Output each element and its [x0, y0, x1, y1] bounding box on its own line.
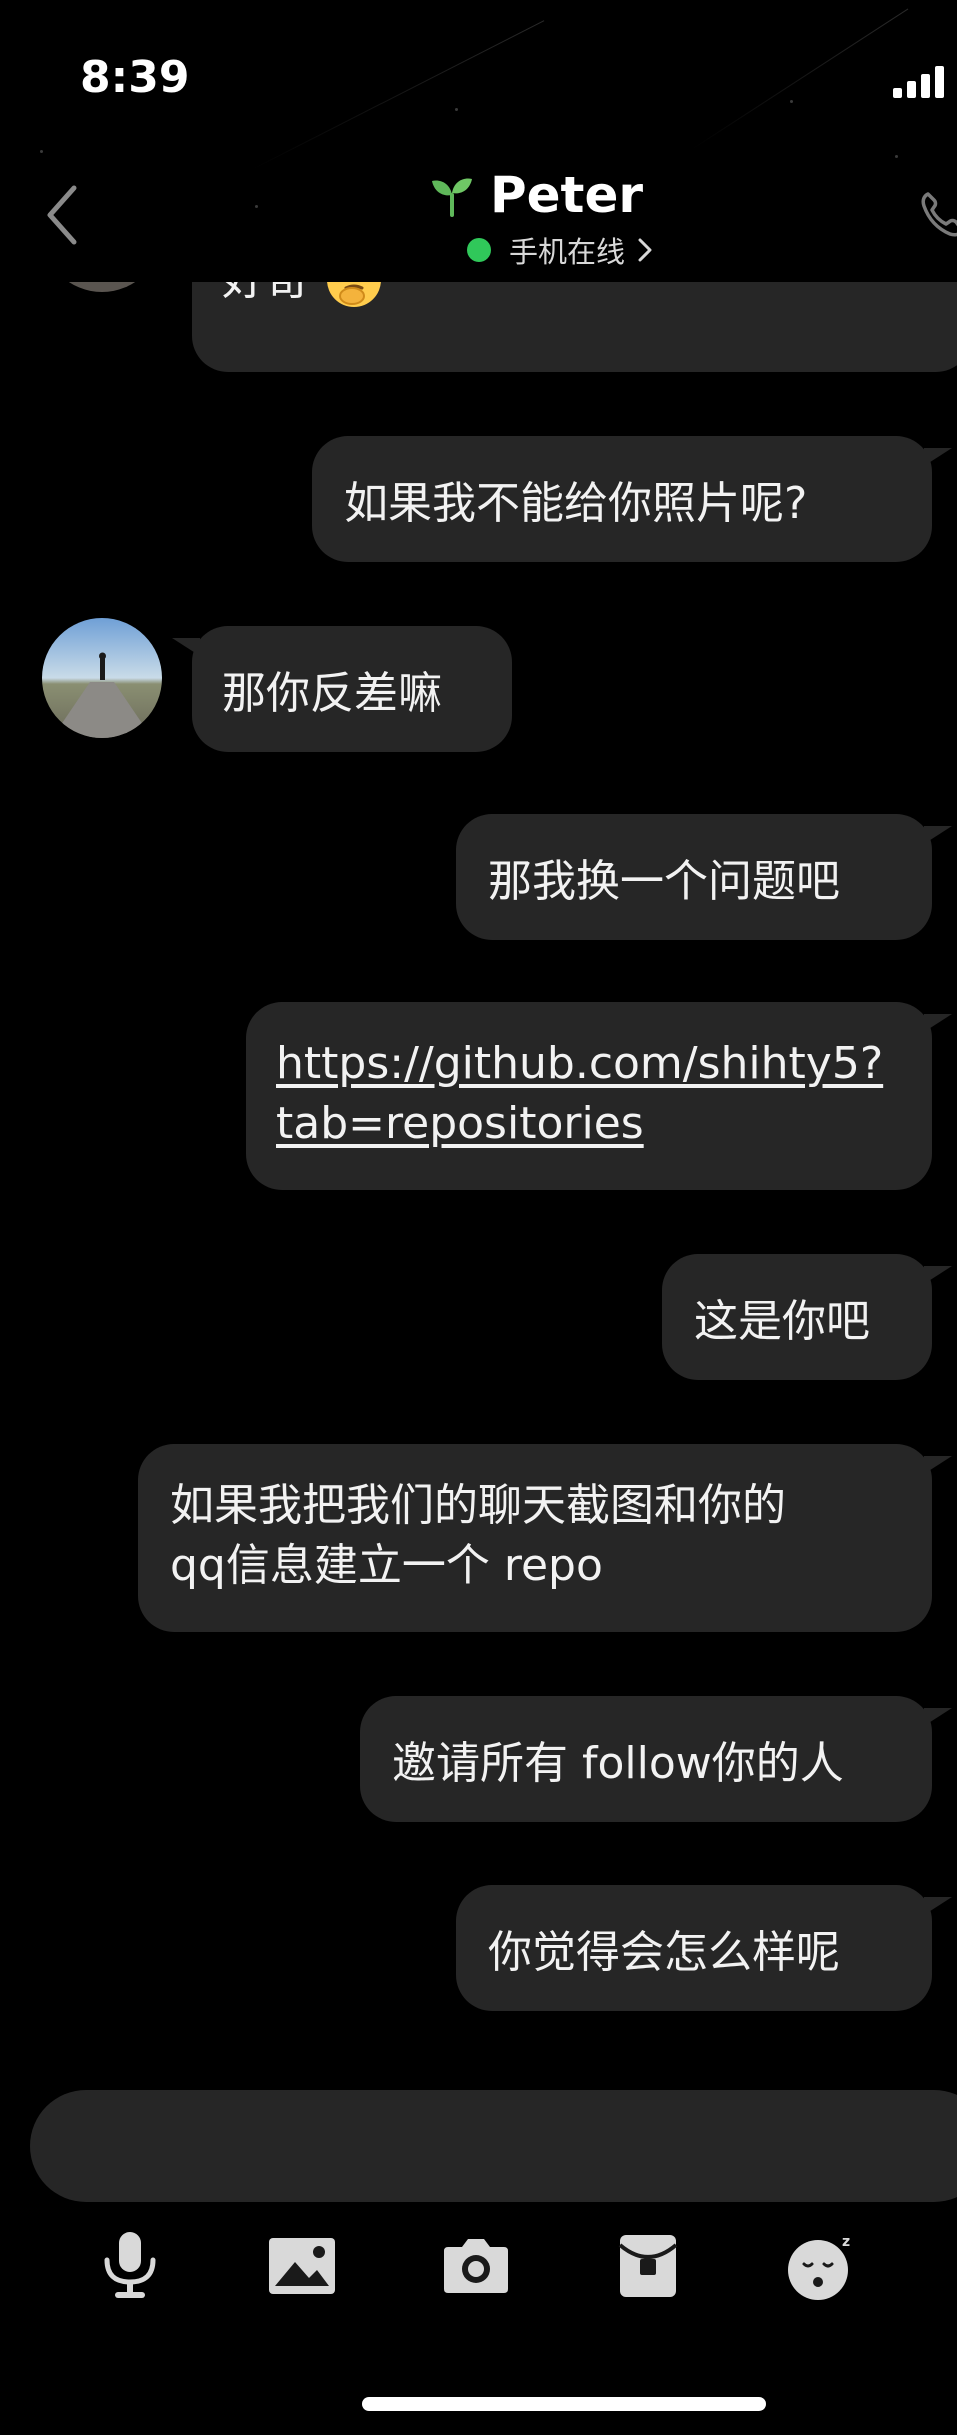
- message-text: 那你反差嘛: [222, 668, 442, 719]
- message-bubble-sent[interactable]: 你觉得会怎么样呢: [456, 1885, 952, 2011]
- contact-name: Peter: [490, 166, 644, 224]
- message-text-line: qq信息建立一个 repo: [170, 1540, 603, 1591]
- camera-button[interactable]: [440, 2230, 512, 2302]
- message-bubble-sent[interactable]: 这是你吧: [662, 1254, 952, 1380]
- message-text: 邀请所有 follow你的人: [392, 1738, 844, 1789]
- background-star: [790, 100, 793, 103]
- emoji-button[interactable]: z: [786, 2230, 858, 2302]
- microphone-icon: [104, 2232, 156, 2298]
- red-packet-icon: [618, 2235, 678, 2297]
- background-streak: [689, 8, 909, 151]
- thinking-emoji: [327, 282, 381, 307]
- online-status[interactable]: 手机在线: [467, 230, 655, 270]
- message-text-line: 如果我把我们的聊天截图和你的: [170, 1480, 786, 1531]
- background-streak: [249, 20, 545, 171]
- message-list: 好奇 如果我不能给你照片呢?: [0, 282, 957, 2052]
- message-bubble-sent[interactable]: 那我换一个问题吧: [456, 814, 952, 940]
- chevron-right-icon: [638, 238, 652, 262]
- background-star: [455, 108, 458, 111]
- message-text: 你觉得会怎么样呢: [488, 1927, 840, 1978]
- message-text: 这是你吧: [694, 1296, 870, 1347]
- link-line: tab=repositories: [276, 1098, 644, 1149]
- chevron-left-icon: [47, 185, 77, 245]
- message-bubble-sent[interactable]: 如果我把我们的聊天截图和你的 qq信息建立一个 repo: [138, 1444, 952, 1632]
- message-link[interactable]: https://github.com/shihty5? tab=reposito…: [276, 1034, 904, 1154]
- message-bubble-received[interactable]: 好奇: [192, 282, 957, 372]
- message-bubble-sent[interactable]: 邀请所有 follow你的人: [360, 1696, 952, 1822]
- call-button[interactable]: [916, 188, 957, 240]
- message-bubble-received[interactable]: 那你反差嘛: [172, 626, 512, 752]
- phone-icon: [921, 192, 957, 237]
- message-text: 那我换一个问题吧: [488, 856, 840, 907]
- message-bubble-sent[interactable]: 如果我不能给你照片呢?: [312, 436, 952, 562]
- status-time: 8:39: [80, 52, 190, 103]
- message-input[interactable]: [30, 2090, 957, 2202]
- sprout-icon: [432, 178, 472, 217]
- message-bubble-sent[interactable]: https://github.com/shihty5? tab=reposito…: [246, 1002, 952, 1190]
- background-star: [40, 150, 43, 153]
- back-button[interactable]: [40, 180, 88, 250]
- image-icon: [269, 2238, 335, 2294]
- online-status-text: 手机在线: [509, 235, 626, 269]
- avatar[interactable]: [42, 282, 162, 292]
- message-text: 如果我不能给你照片呢?: [344, 478, 808, 529]
- background-star: [255, 205, 258, 208]
- link-line: https://github.com/shihty5?: [276, 1038, 884, 1089]
- contact-header[interactable]: Peter: [430, 165, 643, 225]
- microphone-button[interactable]: [94, 2230, 166, 2302]
- avatar[interactable]: [42, 618, 162, 738]
- camera-icon: [444, 2239, 508, 2293]
- red-packet-button[interactable]: [612, 2230, 684, 2302]
- background-star: [895, 155, 898, 158]
- message-text: 好奇: [222, 282, 310, 310]
- online-dot: [467, 238, 491, 262]
- svg-text:z: z: [842, 2234, 850, 2250]
- signal-icon: [893, 66, 957, 100]
- emoji-icon: z: [788, 2234, 850, 2300]
- home-indicator: [362, 2397, 766, 2411]
- image-button[interactable]: [266, 2230, 338, 2302]
